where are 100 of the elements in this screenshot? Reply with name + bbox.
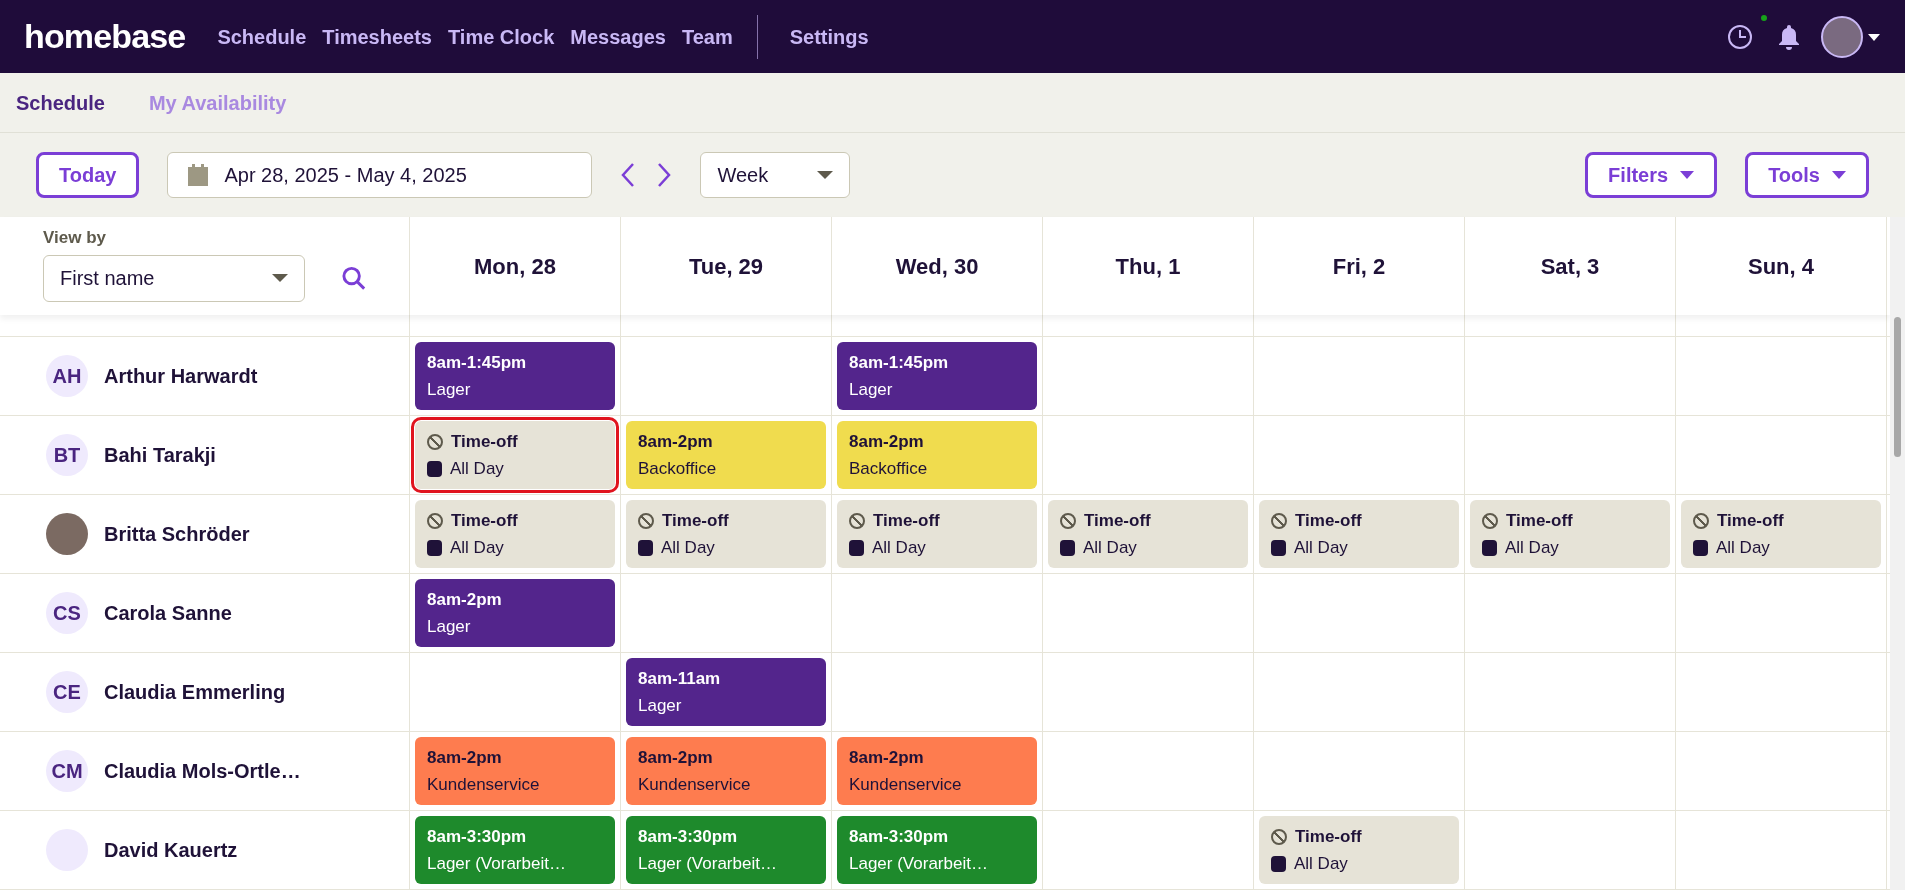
employee-name[interactable]: David Kauertz xyxy=(104,835,238,865)
shift-role: Lager xyxy=(427,616,472,638)
no-entry-icon xyxy=(638,512,654,529)
employee-name[interactable]: Bahi Tarakji xyxy=(104,440,216,470)
avatar: CE xyxy=(46,671,88,713)
time-off-card[interactable]: Time-off All Day xyxy=(837,500,1037,568)
time-off-label: Time-off xyxy=(451,510,518,532)
avatar: BT xyxy=(46,434,88,476)
shift-time: 8am-2pm xyxy=(638,431,714,453)
shift-time: 8am-2pm xyxy=(849,747,925,769)
shift-card[interactable]: 8am-3:30pm Lager (Vorarbeit… xyxy=(626,816,826,884)
shift-time: 8am-1:45pm xyxy=(427,352,528,374)
no-entry-icon xyxy=(1271,512,1287,529)
shift-role: Lager (Vorarbeit… xyxy=(427,853,567,875)
user-avatar[interactable] xyxy=(1821,15,1863,58)
time-off-duration: All Day xyxy=(661,537,715,559)
time-off-label: Time-off xyxy=(1717,510,1784,532)
shift-card[interactable]: 8am-2pm Backoffice xyxy=(626,421,826,489)
time-off-label: Time-off xyxy=(1506,510,1573,532)
no-entry-icon xyxy=(427,512,443,529)
time-off-label: Time-off xyxy=(451,431,518,453)
today-button[interactable]: Today xyxy=(36,152,140,198)
day-header: Wed, 30 xyxy=(895,252,979,281)
employee-name[interactable]: Britta Schröder xyxy=(104,519,250,549)
shift-role: Lager (Vorarbeit… xyxy=(638,853,778,875)
shift-time: 8am-3:30pm xyxy=(849,826,950,848)
tools-button[interactable]: Tools xyxy=(1745,152,1869,198)
shift-card[interactable]: 8am-1:45pm Lager xyxy=(415,342,615,410)
employee-name[interactable]: Carola Sanne xyxy=(104,598,232,628)
shift-role: Kundenservice xyxy=(849,774,963,796)
nav-link[interactable]: Messages xyxy=(570,21,666,52)
day-header: Sun, 4 xyxy=(1748,252,1814,281)
homebase-logo[interactable]: homebase xyxy=(24,11,186,62)
employee-name[interactable]: Claudia Emmerling xyxy=(104,677,286,707)
view-by-dropdown[interactable]: First name xyxy=(43,254,305,302)
day-header: Fri, 2 xyxy=(1332,252,1386,281)
shift-card[interactable]: 8am-1:45pm Lager xyxy=(837,342,1037,410)
shift-role: Backoffice xyxy=(849,458,929,480)
caret-icon[interactable] xyxy=(1867,31,1881,42)
shift-role: Lager xyxy=(427,379,472,401)
time-off-duration: All Day xyxy=(450,537,504,559)
time-off-card[interactable]: Time-off All Day xyxy=(415,500,615,568)
caret-icon xyxy=(1832,170,1846,180)
date-range-field[interactable]: Apr 28, 2025 - May 4, 2025 xyxy=(167,152,593,198)
caret-icon xyxy=(1680,170,1695,180)
employee-name[interactable]: Claudia Mols-Ortle… xyxy=(104,756,301,786)
nav-link[interactable]: Timesheets xyxy=(322,21,432,52)
date-range-text: Apr 28, 2025 - May 4, 2025 xyxy=(224,163,467,188)
employee-name[interactable]: Arthur Harwardt xyxy=(104,361,258,391)
subnav-tab[interactable]: Schedule xyxy=(16,87,105,118)
caret-icon xyxy=(271,273,288,283)
time-off-card[interactable]: Time-off All Day xyxy=(1259,816,1459,884)
shift-card[interactable]: 8am-3:30pm Lager (Vorarbeit… xyxy=(415,816,615,884)
time-off-card[interactable]: Time-off All Day xyxy=(1048,500,1248,568)
avatar: CM xyxy=(46,750,88,792)
time-off-label: Time-off xyxy=(873,510,940,532)
scrollbar[interactable] xyxy=(1890,217,1905,890)
bell-icon[interactable] xyxy=(1777,22,1801,51)
filters-button[interactable]: Filters xyxy=(1585,152,1718,198)
shift-role: Backoffice xyxy=(638,458,718,480)
shift-role: Kundenservice xyxy=(638,774,752,796)
time-off-card[interactable]: Time-off All Day xyxy=(1259,500,1459,568)
time-off-label: Time-off xyxy=(662,510,729,532)
nav-link[interactable]: Team xyxy=(681,21,733,52)
time-off-label: Time-off xyxy=(1084,510,1151,532)
time-off-card[interactable]: Time-off All Day xyxy=(1681,500,1881,568)
no-entry-icon xyxy=(1060,512,1076,529)
time-off-duration: All Day xyxy=(1505,537,1559,559)
shift-role: Lager (Vorarbeit… xyxy=(849,853,989,875)
shift-card[interactable]: 8am-2pm Backoffice xyxy=(837,421,1037,489)
shift-card[interactable]: 8am-2pm Kundenservice xyxy=(626,737,826,805)
time-off-card[interactable]: Time-off All Day xyxy=(626,500,826,568)
previous-icon[interactable] xyxy=(620,162,637,188)
search-icon[interactable] xyxy=(340,265,366,291)
shift-card[interactable]: 8am-2pm Lager xyxy=(415,579,615,647)
nav-link[interactable]: Schedule xyxy=(217,21,307,52)
shift-time: 8am-11am xyxy=(638,668,722,690)
view-dropdown[interactable]: Week xyxy=(700,152,851,198)
avatar: AH xyxy=(46,355,88,397)
no-entry-icon xyxy=(1693,512,1709,529)
time-off-duration: All Day xyxy=(1083,537,1137,559)
shift-card[interactable]: 8am-2pm Kundenservice xyxy=(837,737,1037,805)
shift-time: 8am-3:30pm xyxy=(427,826,528,848)
no-entry-icon xyxy=(849,512,865,529)
time-off-label: Time-off xyxy=(1295,510,1362,532)
shift-time: 8am-1:45pm xyxy=(849,352,950,374)
shift-time: 8am-3:30pm xyxy=(638,826,739,848)
no-entry-icon xyxy=(1271,828,1287,845)
avatar xyxy=(46,513,88,555)
shift-card[interactable]: 8am-11am Lager xyxy=(626,658,826,726)
shift-card[interactable]: 8am-2pm Kundenservice xyxy=(415,737,615,805)
clock-icon[interactable] xyxy=(1727,23,1753,50)
day-header: Tue, 29 xyxy=(688,252,764,281)
nav-link[interactable]: Time Clock xyxy=(448,21,555,52)
caret-icon xyxy=(817,170,834,180)
nav-link[interactable]: Settings xyxy=(789,21,869,52)
time-off-card[interactable]: Time-off All Day xyxy=(1470,500,1670,568)
next-icon[interactable] xyxy=(656,162,673,188)
shift-card[interactable]: 8am-3:30pm Lager (Vorarbeit… xyxy=(837,816,1037,884)
avatar: CS xyxy=(46,592,88,634)
